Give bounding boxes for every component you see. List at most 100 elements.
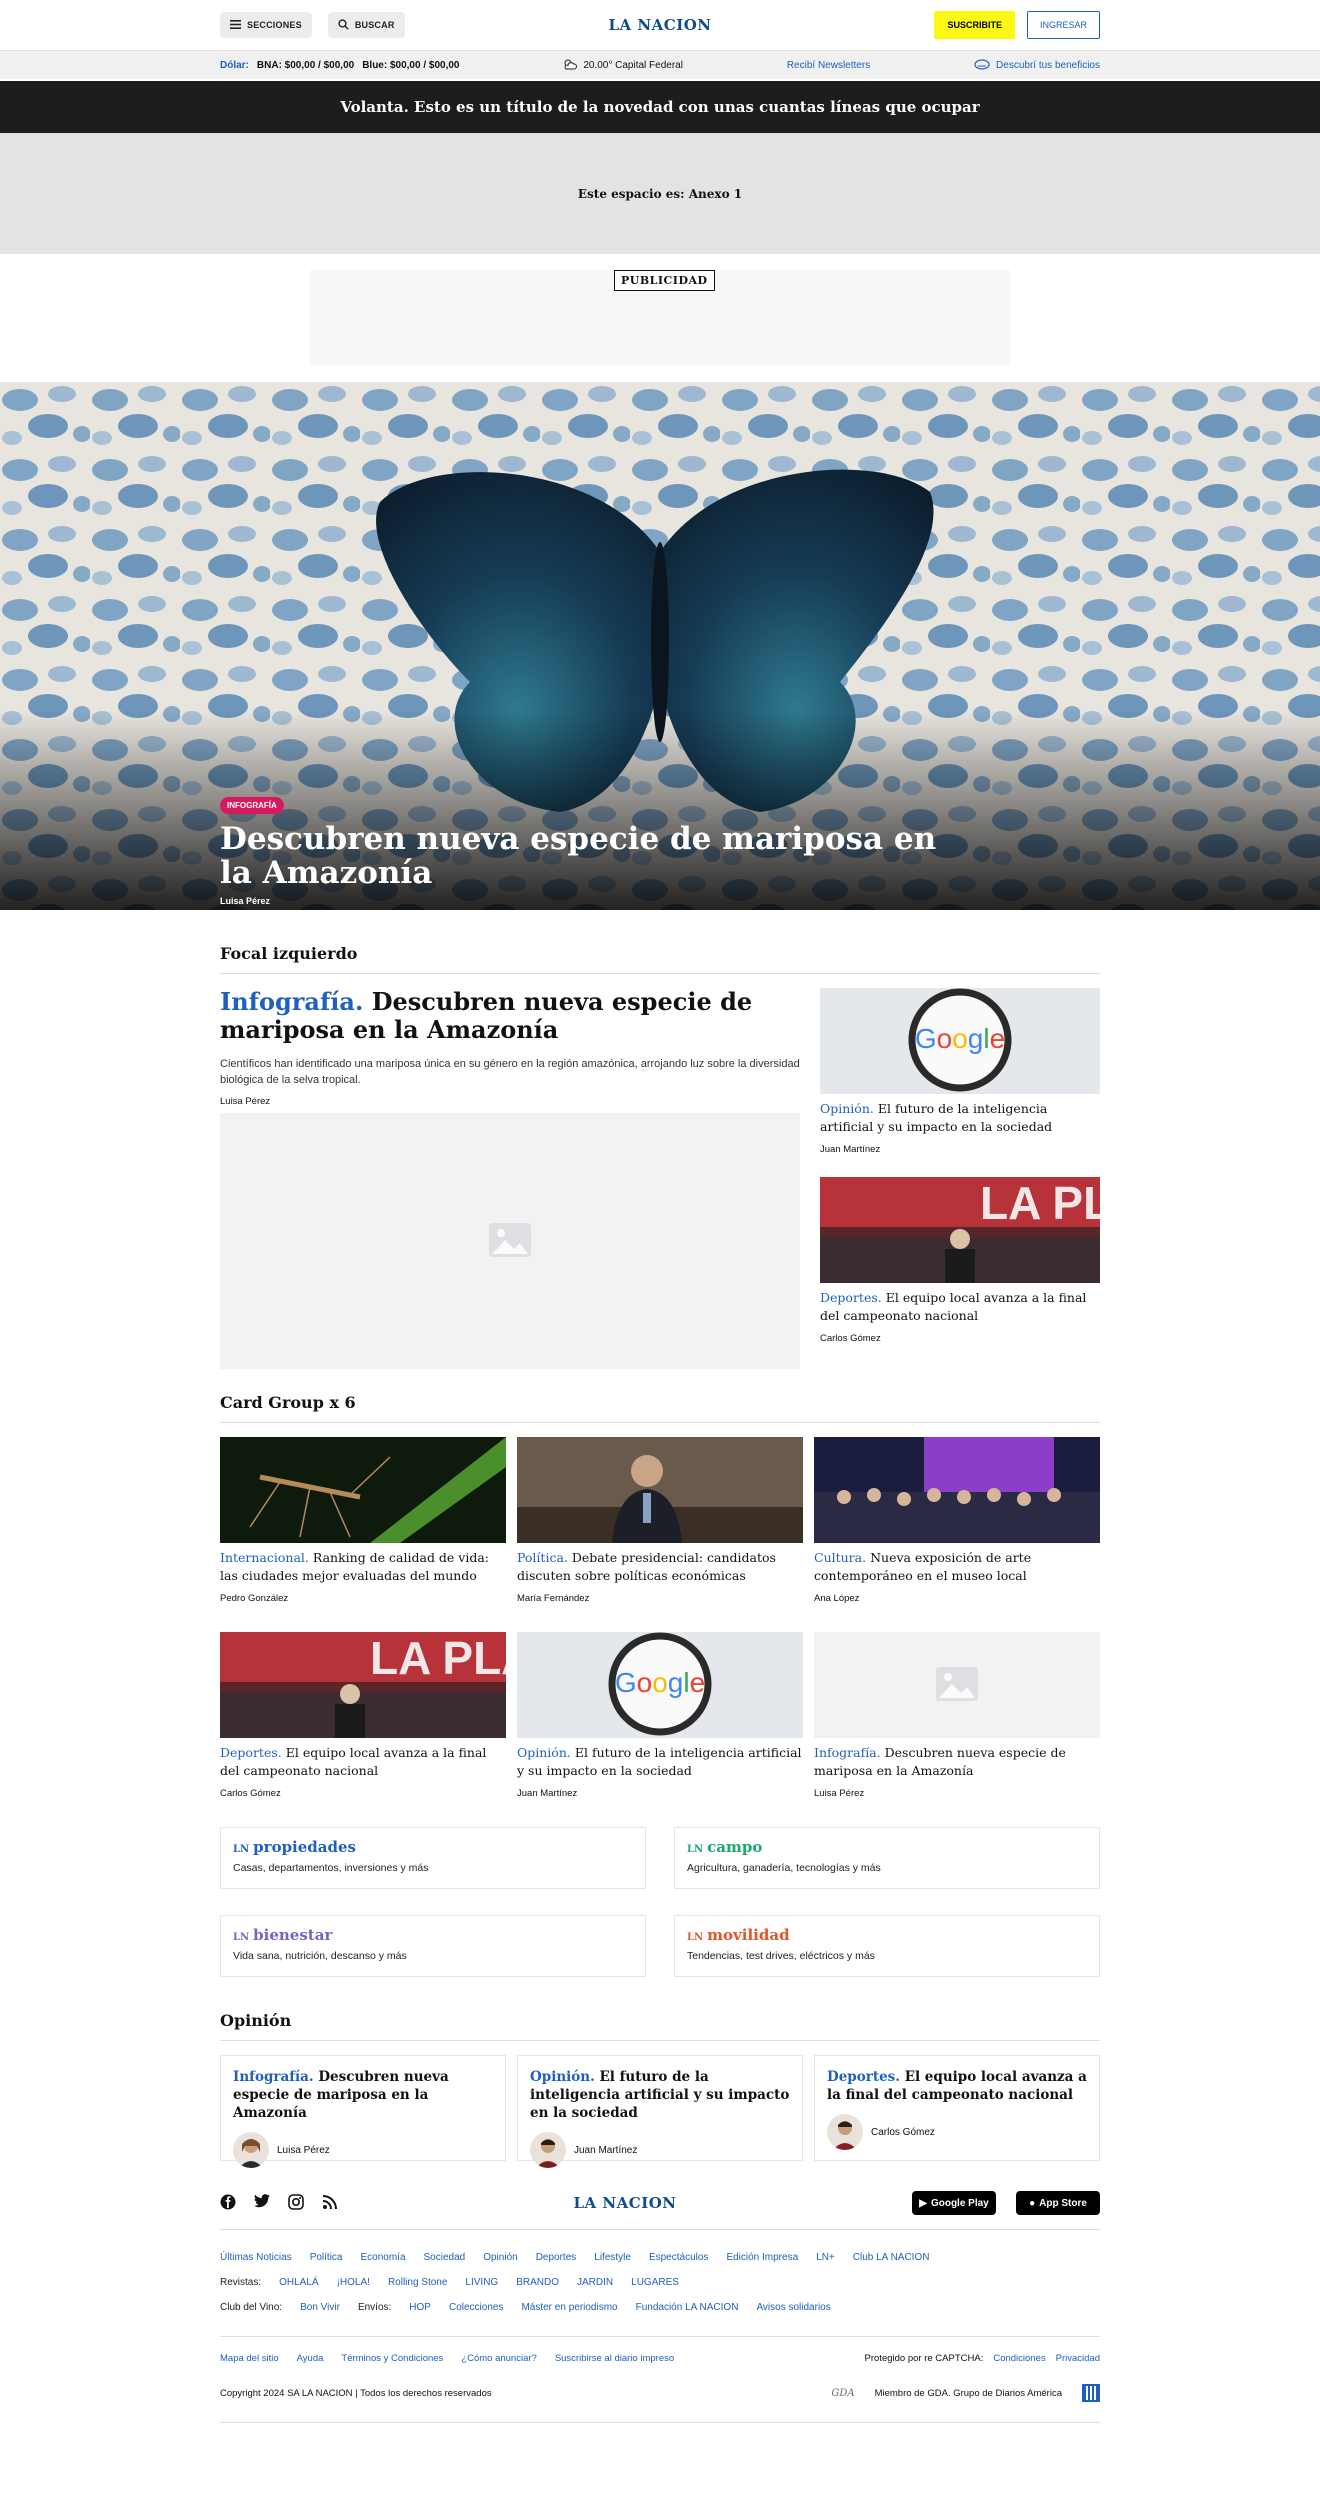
footer-nav-link[interactable]: Lifestyle (594, 2250, 631, 2266)
opinion-author[interactable]: Carlos Gómez (827, 2114, 1087, 2150)
opinion-card-title: Opinión. El futuro de la inteligencia ar… (530, 2068, 790, 2122)
sitemap-link[interactable]: Mapa del sitio (220, 2353, 279, 2364)
sections-label: SECCIONES (247, 20, 302, 30)
footer-nav-link[interactable]: Club LA NACION (853, 2250, 930, 2266)
hero-title[interactable]: Descubren nueva especie de mariposa en l… (220, 822, 940, 890)
opinion-card[interactable]: Infografía. Descubren nueva especie de m… (220, 2055, 506, 2168)
misc-link[interactable]: Fundación LA NACION (636, 2300, 739, 2316)
revista-link[interactable]: ¡HOLA! (337, 2275, 370, 2291)
focal-side-card[interactable]: LA PLAT Deportes. El equipo local avanza… (820, 1177, 1100, 1344)
hero-tag[interactable]: INFOGRAFÍA (220, 797, 284, 814)
brand-campo[interactable]: LN campo Agricultura, ganadería, tecnolog… (674, 1827, 1100, 1889)
terms-link[interactable]: Términos y Condiciones (341, 2353, 443, 2364)
hero-author[interactable]: Luisa Pérez (220, 896, 1100, 906)
google-play-button[interactable]: ▶ Google Play (912, 2191, 996, 2215)
svg-text:Google: Google (615, 1667, 705, 1698)
focal-main-image[interactable] (220, 1113, 800, 1369)
card-author[interactable]: Carlos Gómez (820, 1333, 1100, 1344)
subscribe-button[interactable]: SUSCRIBITE (934, 11, 1015, 39)
club-label: Club del Vino: (220, 2302, 283, 2313)
menu-icon (230, 19, 241, 31)
revista-link[interactable]: Rolling Stone (388, 2275, 447, 2291)
focal-main-title[interactable]: Infografía. Descubren nueva especie de m… (220, 988, 800, 1044)
focal-main-author[interactable]: Luisa Pérez (220, 1096, 800, 1107)
card-author[interactable]: Juan Martínez (517, 1788, 803, 1799)
login-button[interactable]: INGRESAR (1026, 11, 1100, 39)
revista-link[interactable]: LUGARES (631, 2275, 679, 2291)
focal-main-article[interactable]: Infografía. Descubren nueva especie de m… (220, 988, 800, 1369)
footer-nav-link[interactable]: Últimas Noticias (220, 2250, 292, 2266)
instagram-icon[interactable] (288, 2193, 304, 2213)
footer-revistas: Revistas: OHLALÁ ¡HOLA! Rolling Stone LI… (220, 2275, 1100, 2291)
data-fiscal-qr-icon[interactable] (1082, 2384, 1100, 2402)
focal-side-card[interactable]: Google Opinión. El futuro de la intelige… (820, 988, 1100, 1155)
news-card[interactable]: Google Opinión. El futuro de la intelige… (517, 1632, 803, 1799)
card-author[interactable]: Ana López (814, 1593, 1100, 1604)
search-button[interactable]: BUSCAR (327, 12, 405, 38)
brand-movilidad[interactable]: LN movilidad Tendencias, test drives, elé… (674, 1915, 1100, 1977)
revista-link[interactable]: JARDIN (577, 2275, 613, 2291)
benefits-link[interactable]: Descubrí tus beneficios (974, 58, 1100, 73)
footer-nav-link[interactable]: Espectáculos (649, 2250, 708, 2266)
news-card[interactable]: Política. Debate presidencial: candidato… (517, 1437, 803, 1604)
print-subscribe-link[interactable]: Suscribirse al diario impreso (555, 2353, 674, 2364)
avatar (827, 2114, 863, 2150)
card-kicker: Política. (517, 1550, 568, 1565)
news-card[interactable]: Cultura. Nueva exposición de arte contem… (814, 1437, 1100, 1604)
footer-nav-link[interactable]: Deportes (536, 2250, 577, 2266)
card-author[interactable]: Carlos Gómez (220, 1788, 506, 1799)
facebook-icon[interactable] (220, 2194, 236, 2213)
footer-nav-link[interactable]: Opinión (483, 2250, 517, 2266)
card-author[interactable]: María Fernández (517, 1593, 803, 1604)
footer-nav-link[interactable]: LN+ (816, 2250, 835, 2266)
newsletters-link[interactable]: Recibí Newsletters (787, 60, 870, 71)
sections-button[interactable]: SECCIONES (220, 12, 312, 38)
footer-nav-link[interactable]: Política (310, 2250, 343, 2266)
misc-link[interactable]: Colecciones (449, 2300, 503, 2316)
opinion-author[interactable]: Juan Martínez (530, 2132, 790, 2168)
footer-nav-link[interactable]: Edición Impresa (726, 2250, 798, 2266)
focal-side-title: Opinión. El futuro de la inteligencia ar… (820, 1100, 1100, 1136)
card-author[interactable]: Luisa Pérez (814, 1788, 1100, 1799)
opinion-card[interactable]: Deportes. El equipo local avanza a la fi… (814, 2055, 1100, 2161)
card-author[interactable]: Pedro González (220, 1593, 506, 1604)
svg-text:Google: Google (915, 1023, 1005, 1054)
card-author[interactable]: Juan Martínez (820, 1144, 1100, 1155)
help-link[interactable]: Ayuda (297, 2353, 324, 2364)
misc-link[interactable]: Máster en periodismo (521, 2300, 617, 2316)
hero-text: INFOGRAFÍA Descubren nueva especie de ma… (220, 796, 1100, 906)
opinion-author[interactable]: Luisa Pérez (233, 2132, 493, 2168)
conditions-link[interactable]: Condiciones (993, 2353, 1045, 2364)
opinion-card[interactable]: Opinión. El futuro de la inteligencia ar… (517, 2055, 803, 2168)
rss-icon[interactable] (322, 2194, 338, 2213)
brand-propiedades[interactable]: LN propiedades Casas, departamentos, inve… (220, 1827, 646, 1889)
weather-info[interactable]: 20.00° Capital Federal (563, 58, 683, 73)
focal-main-kicker: Infografía. (220, 987, 364, 1016)
revista-link[interactable]: BRANDO (516, 2275, 559, 2291)
advertise-link[interactable]: ¿Cómo anunciar? (461, 2353, 537, 2364)
hero-article[interactable]: INFOGRAFÍA Descubren nueva especie de ma… (0, 382, 1320, 910)
revista-link[interactable]: LIVING (465, 2275, 498, 2291)
footer-logo[interactable]: LA NACION (574, 2194, 677, 2212)
footer-nav-link[interactable]: Sociedad (424, 2250, 466, 2266)
app-store-button[interactable]: ● App Store (1016, 2191, 1100, 2215)
footer-nav-link[interactable]: Economía (360, 2250, 405, 2266)
envios-label: Envíos: (357, 2302, 392, 2313)
revista-link[interactable]: OHLALÁ (279, 2275, 318, 2291)
misc-link[interactable]: HOP (409, 2300, 431, 2316)
brand-bienestar[interactable]: LN bienestar Vida sana, nutrición, descan… (220, 1915, 646, 1977)
news-card[interactable]: Infografía. Descubren nueva especie de m… (814, 1632, 1100, 1799)
twitter-icon[interactable] (254, 2193, 270, 2213)
dolar-label: Dólar: (220, 60, 249, 71)
misc-link[interactable]: Avisos solidarios (756, 2300, 830, 2316)
brand-name: LN campo (687, 1838, 1087, 1856)
news-card[interactable]: LA PLAT Deportes. El equipo local avanza… (220, 1632, 506, 1799)
privacy-link[interactable]: Privacidad (1056, 2353, 1100, 2364)
search-icon (338, 18, 349, 32)
mosquito-image (220, 1437, 506, 1543)
focal-section: Focal izquierdo Infografía. Descubren nu… (220, 944, 1100, 1369)
site-logo[interactable]: LA NACION (609, 16, 712, 34)
volanta-banner[interactable]: Volanta. Esto es un título de la novedad… (0, 79, 1320, 133)
club-link[interactable]: Bon Vivir (300, 2300, 340, 2316)
news-card[interactable]: Internacional. Ranking de calidad de vid… (220, 1437, 506, 1604)
